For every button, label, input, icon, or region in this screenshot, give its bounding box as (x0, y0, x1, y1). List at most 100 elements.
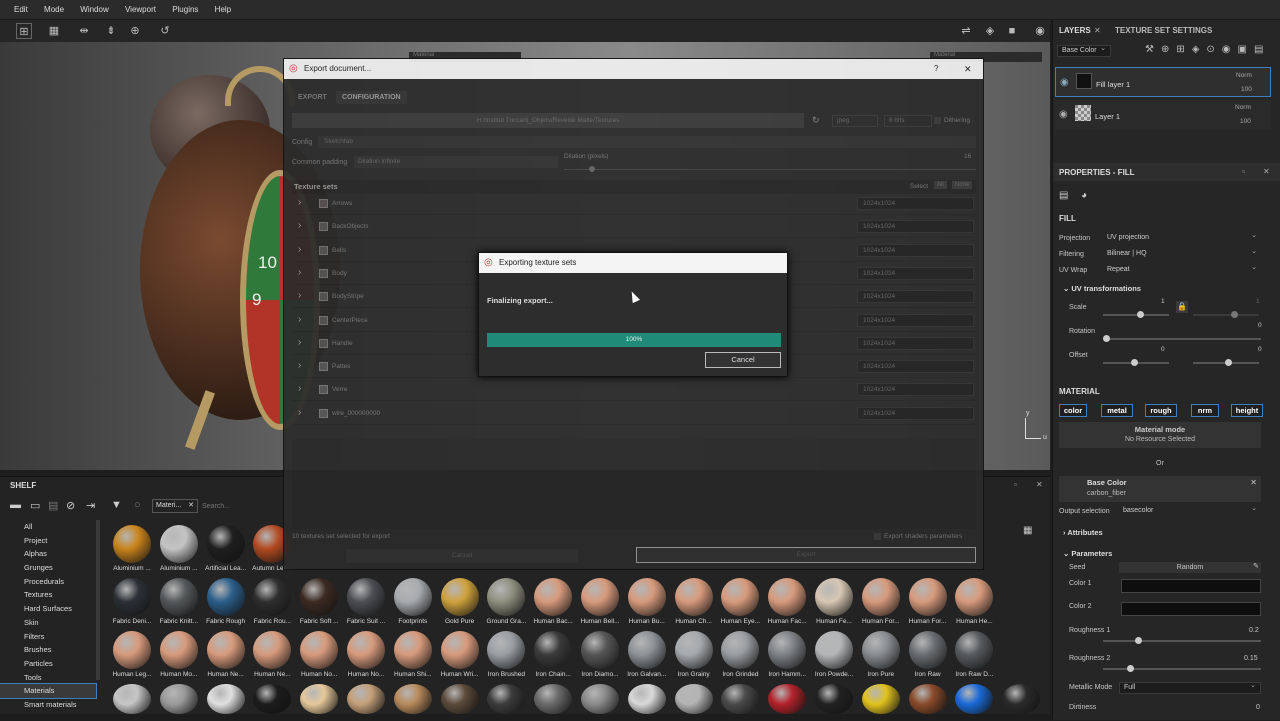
tab-configuration[interactable]: CONFIGURATION (336, 91, 407, 104)
material-thumbnail[interactable] (253, 578, 292, 616)
material-thumbnail[interactable] (815, 631, 853, 669)
layer-opacity[interactable]: 100 (1240, 118, 1251, 125)
texture-set-checkbox[interactable] (319, 222, 328, 232)
material-thumbnail[interactable] (113, 525, 151, 563)
material-thumbnail[interactable] (487, 684, 526, 714)
cube-view-icon[interactable]: ◈ (982, 23, 998, 39)
offset-slider-1[interactable] (1103, 359, 1169, 366)
texture-set-checkbox[interactable] (319, 408, 328, 418)
output-selection-select[interactable]: basecolor (1119, 504, 1261, 518)
layer-opacity[interactable]: 100 (1241, 86, 1252, 93)
material-thumbnail[interactable] (674, 684, 713, 714)
material-thumbnail[interactable] (861, 631, 900, 669)
material-thumbnail[interactable] (393, 578, 432, 616)
material-thumbnail[interactable] (908, 631, 947, 669)
texture-set-resolution[interactable]: 1024x1024 (857, 290, 974, 304)
scale-slider-knob[interactable] (1137, 311, 1144, 318)
symmetry-icon[interactable]: ⇹ (76, 23, 92, 39)
expand-chevron-icon[interactable]: › (298, 244, 301, 255)
properties-float-icon[interactable]: ▫ (1242, 167, 1245, 176)
history-icon[interactable]: ↺ (157, 23, 173, 39)
material-thumbnail[interactable] (908, 578, 947, 616)
material-thumbnail[interactable] (113, 631, 151, 669)
offset-slider-1-knob[interactable] (1131, 359, 1138, 366)
material-thumbnail[interactable] (721, 684, 760, 714)
texture-set-checkbox[interactable] (319, 245, 328, 255)
export-shaders-checkbox[interactable] (874, 533, 881, 540)
projection-select[interactable]: UV projection (1103, 231, 1261, 245)
material-thumbnail[interactable] (768, 578, 807, 616)
material-thumbnail[interactable] (300, 684, 339, 714)
rotation-slider-knob[interactable] (1103, 335, 1110, 342)
expand-chevron-icon[interactable]: › (298, 407, 301, 418)
select-tool-icon[interactable]: ⊞ (16, 23, 32, 39)
material-thumbnail[interactable] (581, 631, 619, 669)
dilation-slider[interactable] (564, 169, 976, 170)
material-thumbnail[interactable] (159, 684, 198, 714)
material-thumbnail[interactable] (440, 684, 479, 714)
material-thumbnail[interactable] (347, 578, 385, 616)
seed-edit-icon[interactable]: ✎ (1253, 562, 1259, 570)
bits-select[interactable]: 8 bits (884, 115, 932, 127)
texture-set-resolution[interactable]: 1024x1024 (857, 336, 974, 350)
texture-set-checkbox[interactable] (319, 338, 328, 348)
menu-viewport[interactable]: Viewport (125, 5, 156, 14)
format-select[interactable]: jpeg (832, 115, 878, 127)
material-thumbnail[interactable] (206, 684, 245, 714)
scale-slider-2[interactable] (1193, 311, 1259, 318)
roughness-2-slider-knob[interactable] (1127, 665, 1134, 672)
material-thumbnail[interactable] (627, 684, 666, 714)
tab-layers-close-icon[interactable]: ✕ (1094, 26, 1101, 35)
expand-chevron-icon[interactable]: › (298, 220, 301, 231)
progress-cancel-button[interactable]: Cancel (705, 352, 781, 368)
scale-slider[interactable] (1103, 311, 1169, 318)
texture-set-resolution[interactable]: 1024x1024 (857, 360, 974, 374)
material-thumbnail[interactable] (159, 631, 198, 669)
material-thumbnail[interactable] (908, 684, 947, 714)
texture-set-checkbox[interactable] (319, 268, 328, 278)
add-icon[interactable]: ⊕ (127, 23, 143, 39)
layer-blend-mode[interactable]: Norm (1235, 104, 1251, 111)
material-thumbnail[interactable] (861, 578, 900, 616)
material-thumbnail[interactable] (206, 525, 245, 563)
offset-slider-2[interactable] (1193, 359, 1259, 366)
tab-texture-set-settings[interactable]: TEXTURE SET SETTINGS (1115, 26, 1212, 35)
channel-nrm-button[interactable]: nrm (1191, 404, 1219, 417)
material-thumbnail[interactable] (581, 578, 619, 616)
color-2-swatch[interactable] (1121, 602, 1261, 616)
material-thumbnail[interactable] (440, 631, 479, 669)
dilation-slider-knob[interactable] (589, 166, 595, 172)
material-thumbnail[interactable] (253, 684, 292, 714)
material-thumbnail[interactable] (955, 631, 994, 669)
channel-rough-button[interactable]: rough (1145, 404, 1177, 417)
rotation-slider[interactable] (1103, 335, 1261, 342)
material-thumbnail[interactable] (534, 631, 573, 669)
channel-height-button[interactable]: height (1231, 404, 1263, 417)
dithering-checkbox[interactable] (934, 117, 941, 124)
material-sphere-icon[interactable]: ◕ (1081, 190, 1087, 201)
material-thumbnail[interactable] (113, 578, 151, 616)
material-thumbnail[interactable] (253, 631, 292, 669)
menu-mode[interactable]: Mode (44, 5, 64, 14)
attributes-header[interactable]: › Attributes (1063, 528, 1103, 537)
uv-transformations-header[interactable]: ⌄ UV transformations (1063, 284, 1141, 293)
menu-window[interactable]: Window (80, 5, 108, 14)
material-thumbnail[interactable] (206, 578, 245, 616)
offset-slider-2-knob[interactable] (1225, 359, 1232, 366)
seed-random-button[interactable]: Random (1119, 562, 1261, 573)
menu-help[interactable]: Help (215, 5, 231, 14)
material-thumbnail[interactable] (300, 578, 339, 616)
layer-blend-mode[interactable]: Norm (1236, 72, 1252, 79)
material-mode-box[interactable]: Material mode No Resource Selected (1059, 422, 1261, 448)
texture-set-resolution[interactable]: 1024x1024 (857, 266, 974, 280)
material-thumbnail[interactable] (955, 578, 994, 616)
material-thumbnail[interactable] (955, 684, 994, 714)
roughness-2-slider[interactable] (1103, 665, 1261, 672)
material-thumbnail[interactable] (721, 631, 760, 669)
texture-set-checkbox[interactable] (319, 385, 328, 395)
material-thumbnail[interactable] (768, 684, 807, 714)
material-thumbnail[interactable] (440, 578, 479, 616)
expand-chevron-icon[interactable]: › (298, 267, 301, 278)
export-path-field[interactable]: H:/Institut Tuccarlj_Objets/Reveille Mal… (292, 113, 804, 128)
select-all-button[interactable]: All (934, 181, 947, 189)
